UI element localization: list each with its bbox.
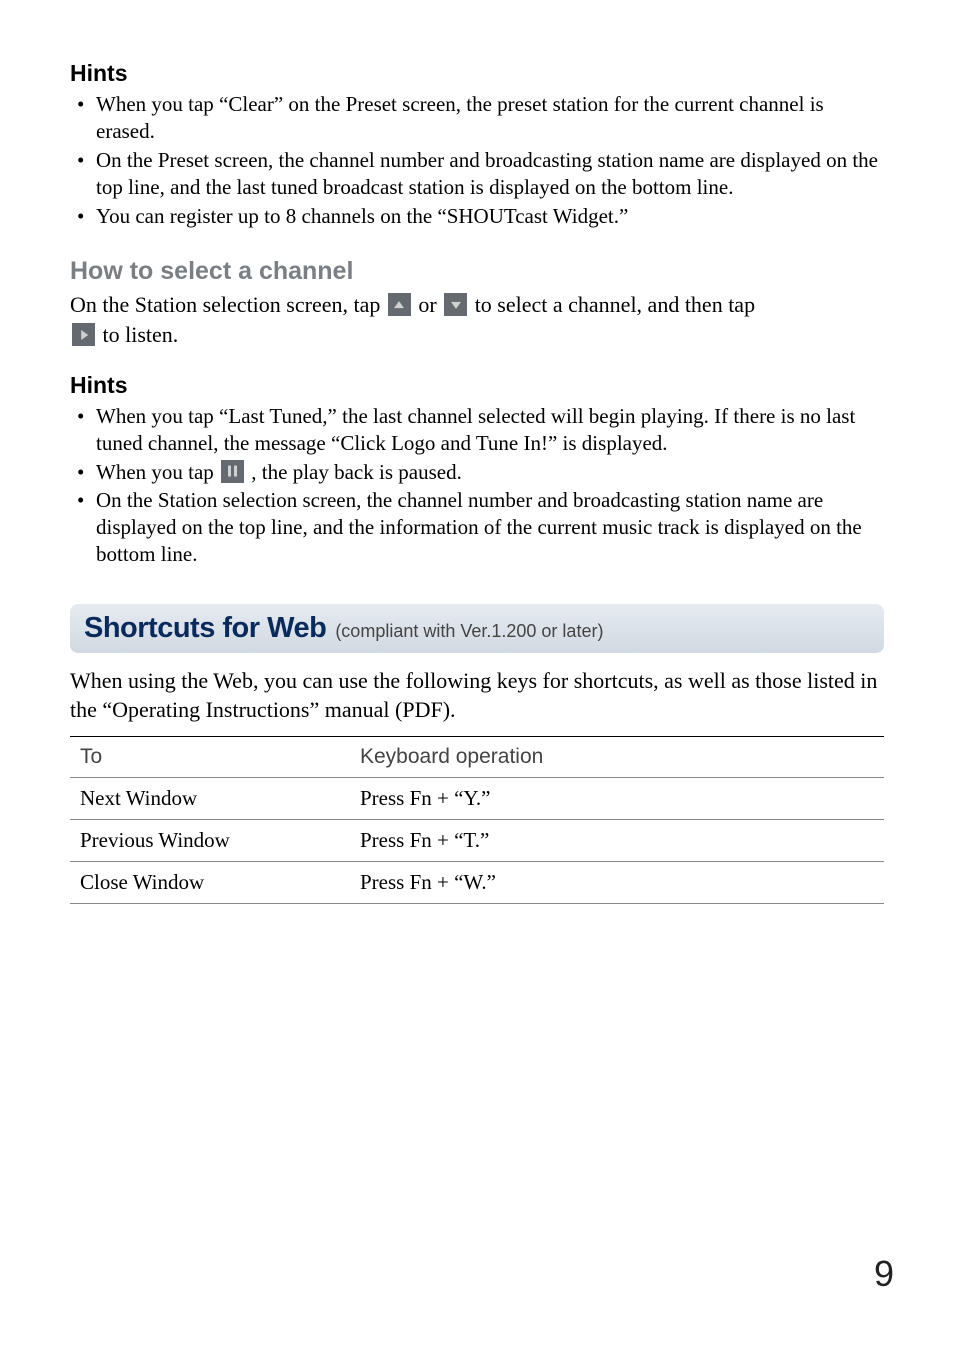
cell-to: Close Window bbox=[70, 862, 350, 904]
pause-icon bbox=[221, 460, 244, 483]
hints-heading-1: Hints bbox=[70, 60, 884, 87]
list-item: When you tap “Clear” on the Preset scree… bbox=[70, 91, 884, 145]
hints-heading-2: Hints bbox=[70, 372, 884, 399]
col-to: To bbox=[70, 737, 350, 778]
down-arrow-icon bbox=[444, 293, 467, 316]
hints-list-1: When you tap “Clear” on the Preset scree… bbox=[70, 91, 884, 229]
cell-op: Press Fn + “W.” bbox=[350, 862, 884, 904]
text-fragment: , the play back is paused. bbox=[246, 460, 462, 484]
table-row: Close Window Press Fn + “W.” bbox=[70, 862, 884, 904]
up-arrow-icon bbox=[388, 293, 411, 316]
cell-op: Press Fn + “Y.” bbox=[350, 778, 884, 820]
col-op: Keyboard operation bbox=[350, 737, 884, 778]
text-fragment: On the Station selection screen, tap bbox=[70, 292, 386, 317]
table-header-row: To Keyboard operation bbox=[70, 737, 884, 778]
shortcuts-intro: When using the Web, you can use the foll… bbox=[70, 667, 884, 724]
play-icon bbox=[72, 323, 95, 346]
shortcuts-table: To Keyboard operation Next Window Press … bbox=[70, 736, 884, 904]
hints-list-2: When you tap “Last Tuned,” the last chan… bbox=[70, 403, 884, 568]
section-subtitle: (compliant with Ver.1.200 or later) bbox=[330, 621, 603, 641]
cell-to: Previous Window bbox=[70, 820, 350, 862]
cell-op: Press Fn + “T.” bbox=[350, 820, 884, 862]
list-item: On the Station selection screen, the cha… bbox=[70, 487, 884, 568]
table-row: Next Window Press Fn + “Y.” bbox=[70, 778, 884, 820]
list-item: You can register up to 8 channels on the… bbox=[70, 203, 884, 230]
section-title: Shortcuts for Web bbox=[84, 612, 326, 644]
list-item: When you tap , the play back is paused. bbox=[70, 459, 884, 486]
text-fragment: or bbox=[413, 292, 442, 317]
cell-to: Next Window bbox=[70, 778, 350, 820]
text-fragment: When you tap bbox=[96, 460, 219, 484]
text-fragment: to select a channel, and then tap bbox=[469, 292, 755, 317]
section-header-bar: Shortcuts for Web (compliant with Ver.1.… bbox=[70, 604, 884, 653]
table-row: Previous Window Press Fn + “T.” bbox=[70, 820, 884, 862]
list-item: On the Preset screen, the channel number… bbox=[70, 147, 884, 201]
page-number: 9 bbox=[874, 1253, 894, 1295]
how-to-body: On the Station selection screen, tap or … bbox=[70, 290, 884, 349]
how-to-select-heading: How to select a channel bbox=[70, 257, 884, 286]
text-fragment: to listen. bbox=[97, 322, 178, 347]
list-item: When you tap “Last Tuned,” the last chan… bbox=[70, 403, 884, 457]
